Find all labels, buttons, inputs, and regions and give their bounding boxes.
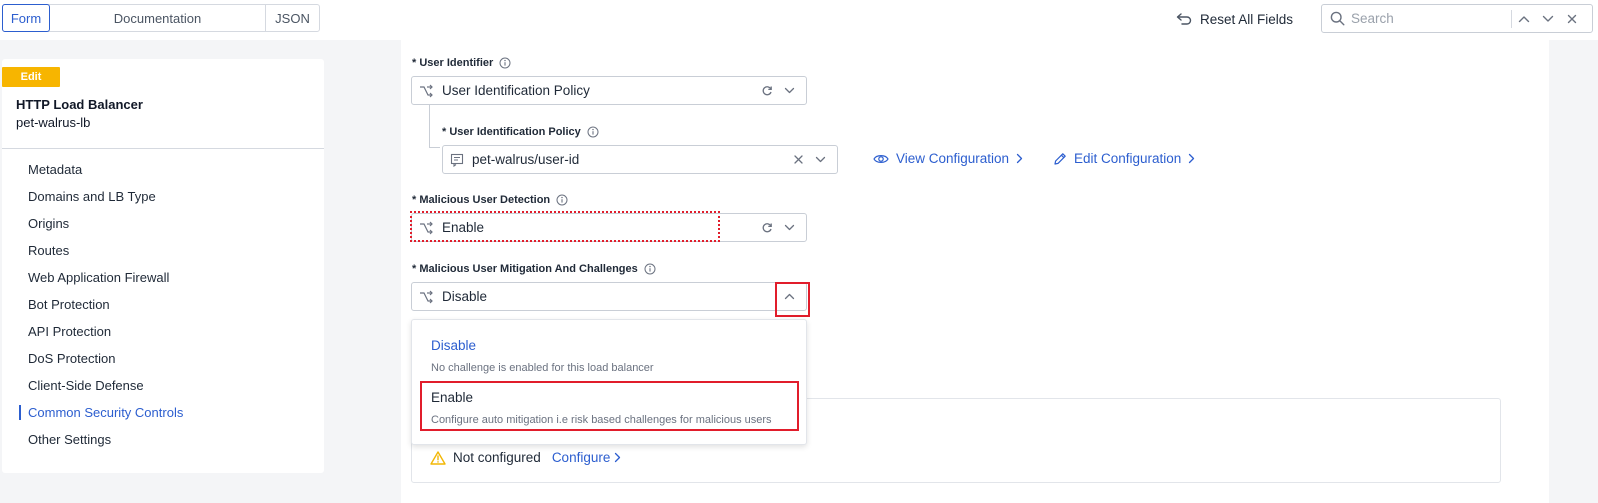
warning-icon — [430, 450, 446, 465]
close-icon — [1567, 14, 1577, 23]
nested-connector — [429, 105, 440, 148]
top-toolbar: Form Documentation JSON Reset All Fields — [0, 0, 1598, 40]
sidebar-item-common-security-controls[interactable]: Common Security Controls — [2, 399, 324, 426]
user-identification-policy-value: pet-walrus/user-id — [472, 152, 580, 167]
dropdown-toggle[interactable] — [809, 149, 831, 171]
option-disable[interactable]: Disable No challenge is enabled for this… — [412, 328, 808, 382]
object-name: pet-walrus-lb — [16, 115, 91, 130]
document-icon — [450, 153, 464, 167]
not-configured-status: Not configured Configure — [430, 450, 621, 465]
user-identification-policy-select[interactable]: pet-walrus/user-id — [442, 145, 838, 174]
not-configured-text: Not configured — [453, 450, 541, 465]
sidebar-item-routes[interactable]: Routes — [2, 237, 324, 264]
dropdown-toggle[interactable] — [778, 80, 800, 102]
user-identification-policy-label-text: * User Identification Policy — [442, 126, 581, 138]
chevron-down-icon — [784, 87, 794, 94]
search-icon — [1330, 11, 1345, 26]
option-description: No challenge is enabled for this load ba… — [431, 362, 654, 374]
reset-all-fields-button[interactable]: Reset All Fields — [1176, 8, 1293, 30]
info-icon[interactable] — [556, 194, 568, 206]
mitigation-label: * Malicious User Mitigation And Challeng… — [412, 263, 656, 275]
configure-label: Configure — [551, 450, 611, 465]
reset-field-button[interactable] — [756, 80, 778, 102]
sidebar-item-other-settings[interactable]: Other Settings — [2, 426, 324, 453]
view-configuration-label: View Configuration — [896, 151, 1010, 166]
user-identifier-value: User Identification Policy — [442, 83, 590, 98]
sidebar-item-client-side-defense[interactable]: Client-Side Defense — [2, 372, 324, 399]
view-mode-tabs: Form Documentation JSON — [2, 4, 320, 32]
tab-documentation[interactable]: Documentation — [50, 5, 266, 31]
search-close-button[interactable] — [1560, 7, 1584, 31]
object-type: HTTP Load Balancer — [16, 97, 143, 112]
reset-label: Reset All Fields — [1200, 11, 1294, 27]
refresh-icon — [762, 222, 772, 232]
info-icon[interactable] — [499, 57, 511, 69]
mitigation-label-text: * Malicious User Mitigation And Challeng… — [412, 263, 638, 275]
dropdown-toggle[interactable] — [778, 217, 800, 239]
close-icon — [793, 155, 803, 164]
eye-icon — [873, 153, 889, 165]
object-sidebar: Edit HTTP Load Balancer pet-walrus-lb Me… — [2, 59, 324, 473]
user-identifier-select[interactable]: User Identification Policy — [411, 76, 807, 105]
search-prev-button[interactable] — [1512, 7, 1536, 31]
malicious-user-detection-label-text: * Malicious User Detection — [412, 194, 551, 206]
chevron-right-icon — [1188, 153, 1195, 164]
pencil-icon — [1053, 152, 1067, 166]
chevron-right-icon — [1016, 153, 1023, 164]
search-box — [1321, 4, 1593, 33]
choice-icon — [419, 84, 434, 98]
mitigation-value: Disable — [442, 289, 488, 304]
info-icon[interactable] — [644, 263, 656, 275]
reset-field-button[interactable] — [756, 217, 778, 239]
search-next-button[interactable] — [1536, 7, 1560, 31]
chevron-right-icon — [615, 452, 621, 463]
sidebar-item-dos-protection[interactable]: DoS Protection — [2, 345, 324, 372]
info-icon[interactable] — [587, 126, 599, 138]
edit-configuration-label: Edit Configuration — [1074, 151, 1182, 166]
option-title: Disable — [431, 338, 477, 353]
chevron-down-icon — [784, 224, 794, 231]
sidebar-item-domains-and-lb-type[interactable]: Domains and LB Type — [2, 183, 324, 210]
mitigation-select[interactable]: Disable — [411, 282, 807, 311]
dropdown-toggle-highlight — [775, 282, 810, 317]
edit-badge: Edit — [2, 67, 60, 87]
user-identifier-label-text: * User Identifier — [412, 57, 494, 69]
tab-json[interactable]: JSON — [266, 5, 319, 31]
malicious-user-detection-label: * Malicious User Detection — [412, 194, 568, 206]
enable-option-highlight — [420, 381, 799, 431]
chevron-up-icon — [1518, 15, 1530, 22]
chevron-down-icon — [1542, 15, 1554, 22]
chevron-down-icon — [815, 156, 825, 163]
search-input[interactable] — [1351, 11, 1506, 26]
sidebar-item-metadata[interactable]: Metadata — [2, 156, 324, 183]
reset-icon — [1176, 12, 1192, 26]
sidebar-divider — [2, 148, 324, 149]
refresh-icon — [762, 85, 772, 95]
detection-value-highlight — [410, 211, 720, 242]
section-nav: Metadata Domains and LB Type Origins Rou… — [2, 156, 324, 453]
edit-configuration-link[interactable]: Edit Configuration — [1053, 151, 1195, 166]
user-identification-policy-label: * User Identification Policy — [442, 126, 599, 138]
tab-form[interactable]: Form — [2, 4, 50, 32]
sidebar-item-api-protection[interactable]: API Protection — [2, 318, 324, 345]
sidebar-item-origins[interactable]: Origins — [2, 210, 324, 237]
user-identifier-label: * User Identifier — [412, 57, 511, 69]
sidebar-item-bot-protection[interactable]: Bot Protection — [2, 291, 324, 318]
sidebar-item-web-application-firewall[interactable]: Web Application Firewall — [2, 264, 324, 291]
clear-selection-button[interactable] — [787, 149, 809, 171]
choice-icon — [419, 290, 434, 304]
configure-link[interactable]: Configure — [552, 450, 622, 465]
view-configuration-link[interactable]: View Configuration — [873, 151, 1023, 166]
